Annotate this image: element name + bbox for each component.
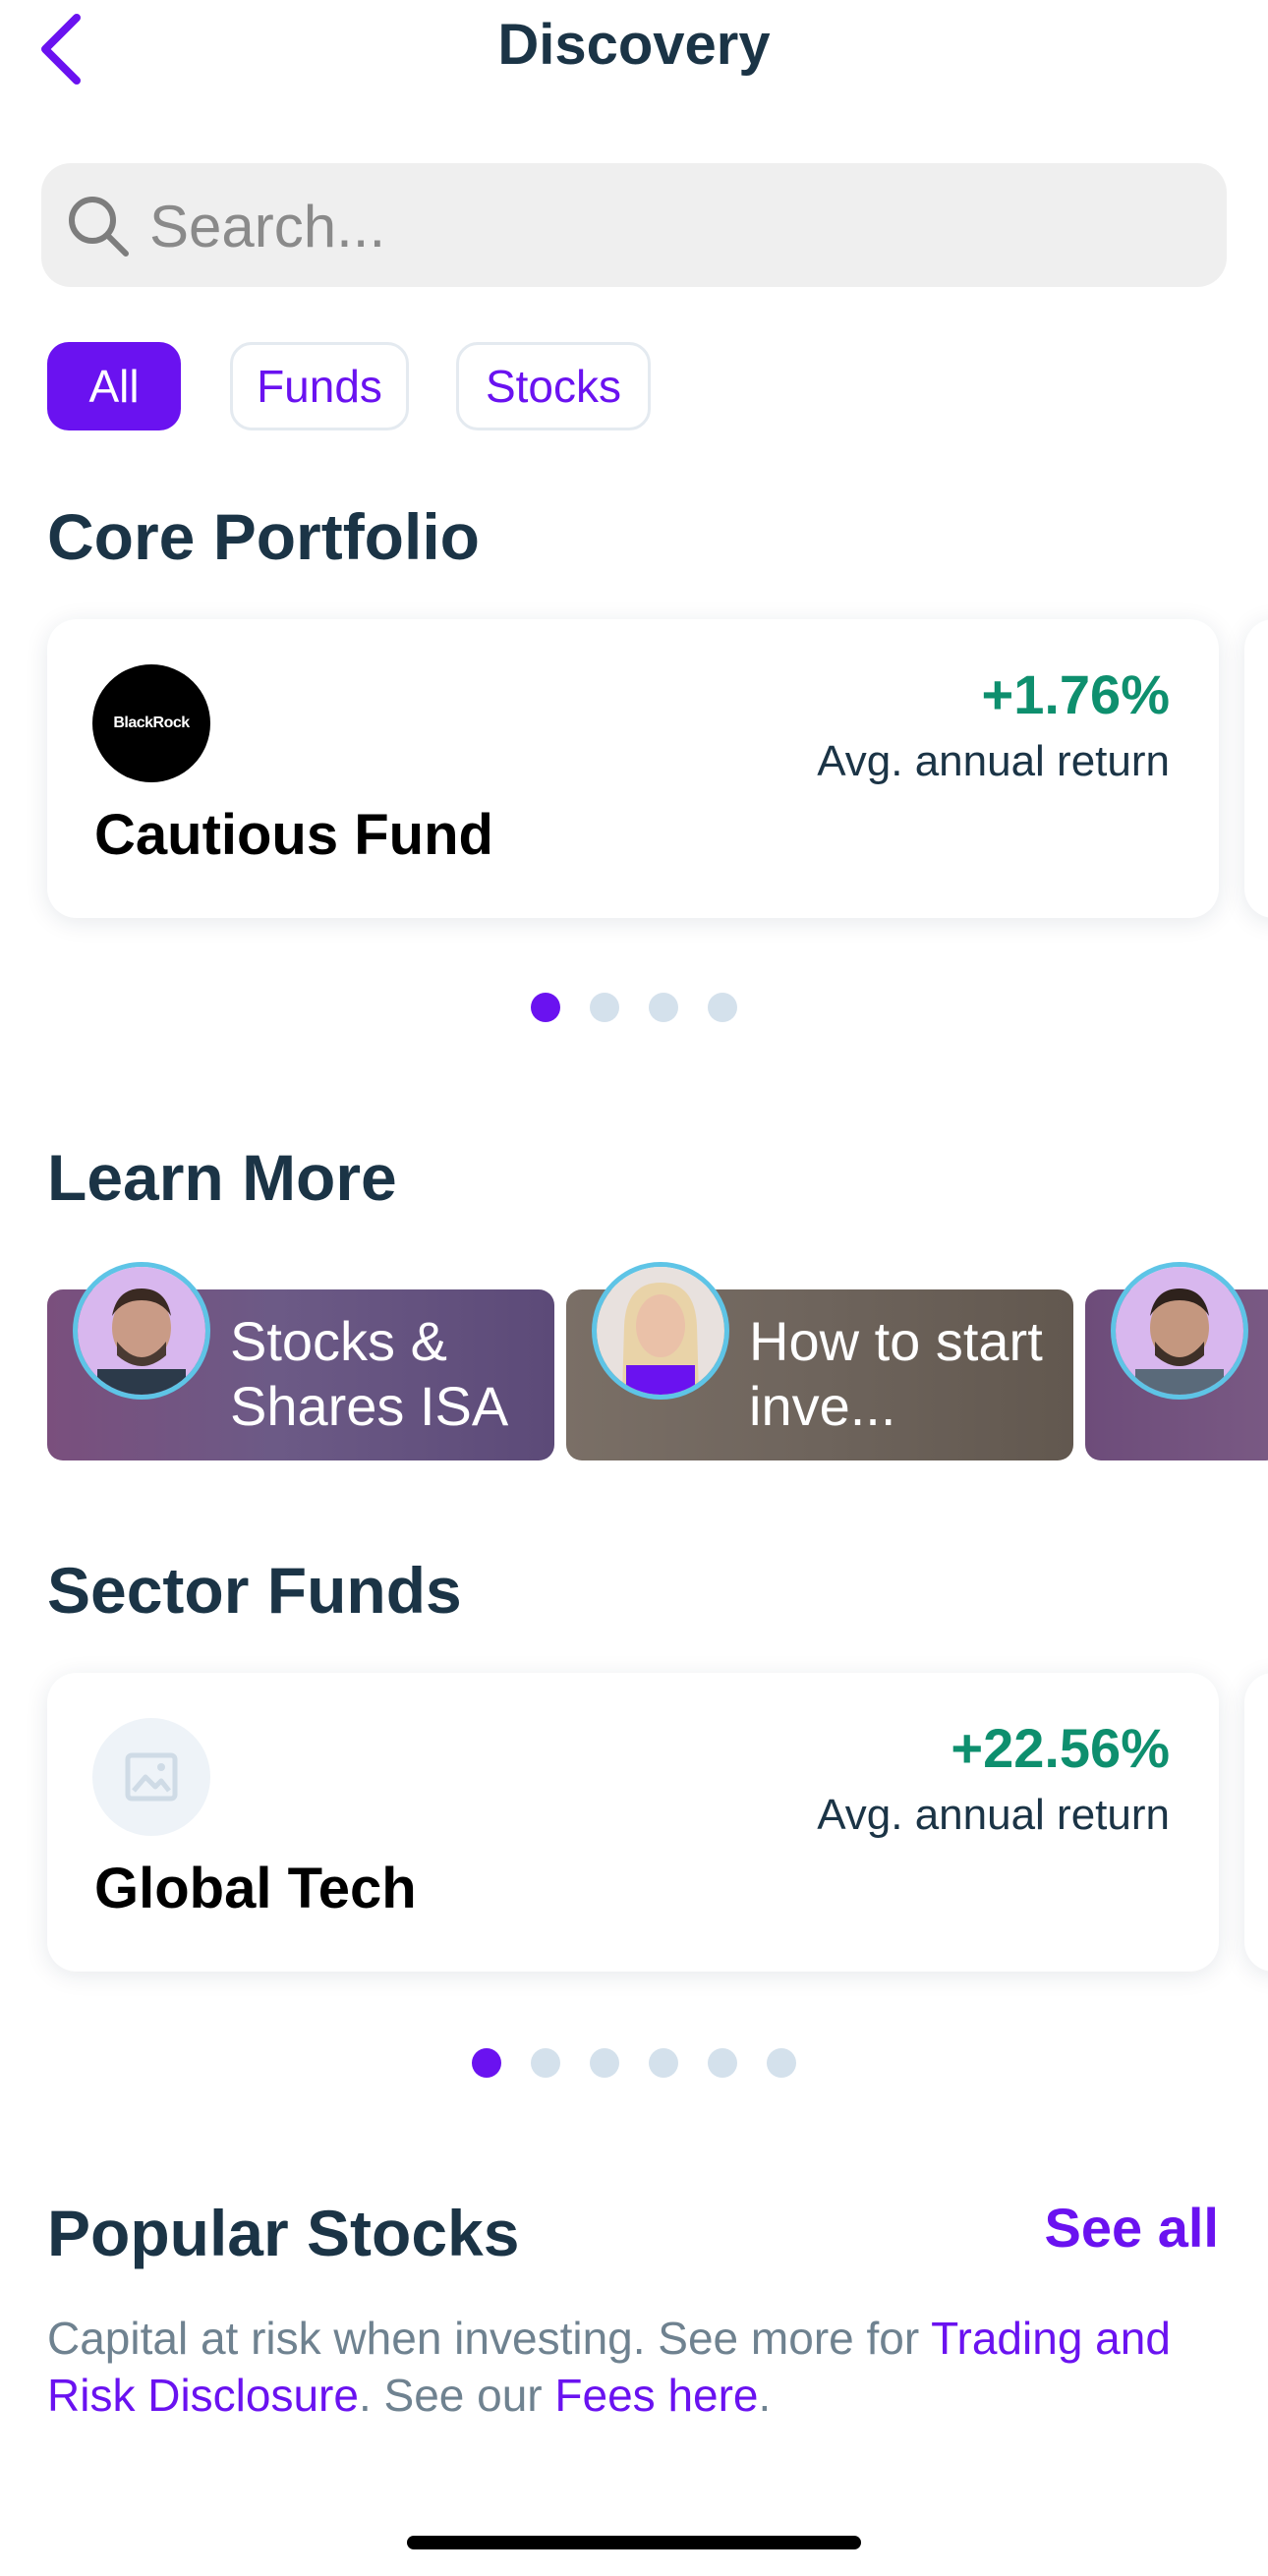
search-bar[interactable] [41,163,1227,287]
carousel-dot[interactable] [649,993,678,1022]
disclaimer-text: . See our [358,2370,555,2421]
carousel-dot[interactable] [590,993,619,1022]
video-title: Stocks & Shares ISA [230,1310,509,1437]
fund-card-next-peek[interactable] [1244,619,1268,918]
carousel-dots-core [0,993,1268,1022]
presenter-avatar [1111,1262,1248,1400]
fund-card-global-tech[interactable]: Global Tech +22.56% Avg. annual return [47,1673,1219,1972]
carousel-dot[interactable] [708,993,737,1022]
section-title-popular-stocks: Popular Stocks [47,2197,520,2269]
carousel-dot[interactable] [590,2048,619,2078]
fund-card-cautious[interactable]: BlackRock Cautious Fund +1.76% Avg. annu… [47,619,1219,918]
disclaimer-text: . [758,2370,772,2421]
carousel-dot[interactable] [767,2048,796,2078]
video-card-how-to-start-investing[interactable]: How to start inve... [566,1262,1073,1460]
fund-return-value: +1.76% [981,663,1171,725]
fund-card-next-peek[interactable] [1244,1673,1268,1972]
fees-link[interactable]: Fees here [554,2370,758,2421]
fund-return-value: +22.56% [951,1717,1170,1779]
carousel-dot[interactable] [531,2048,560,2078]
fund-return-label: Avg. annual return [817,1791,1170,1839]
image-placeholder-icon [92,1718,210,1836]
section-title-learn-more: Learn More [47,1141,397,1214]
section-title-sector-funds: Sector Funds [47,1554,462,1627]
carousel-dot-active[interactable] [472,2048,501,2078]
presenter-avatar [592,1262,729,1400]
carousel-dot-active[interactable] [531,993,560,1022]
carousel-dots-sector [0,2048,1268,2078]
filter-chip-funds[interactable]: Funds [230,342,409,430]
section-title-core-portfolio: Core Portfolio [47,500,480,573]
video-card-third[interactable] [1085,1262,1268,1460]
filter-chip-all[interactable]: All [47,342,181,430]
risk-disclaimer: Capital at risk when investing. See more… [47,2310,1187,2424]
search-icon [69,197,129,257]
video-title: How to start inve... [749,1310,1043,1437]
fund-return-label: Avg. annual return [817,737,1170,785]
filter-chip-stocks[interactable]: Stocks [456,342,651,430]
home-indicator[interactable] [407,2536,861,2549]
search-input[interactable] [147,181,1193,271]
fund-name: Global Tech [94,1857,417,1920]
carousel-dot[interactable] [649,2048,678,2078]
see-all-link[interactable]: See all [1045,2196,1219,2260]
blackrock-logo: BlackRock [92,664,210,782]
carousel-dot[interactable] [708,2048,737,2078]
video-card-stocks-shares-isa[interactable]: Stocks & Shares ISA [47,1262,554,1460]
page-title: Discovery [497,13,771,77]
fund-name: Cautious Fund [94,803,493,867]
disclaimer-text: Capital at risk when investing. See more… [47,2313,932,2364]
presenter-avatar [73,1262,210,1400]
